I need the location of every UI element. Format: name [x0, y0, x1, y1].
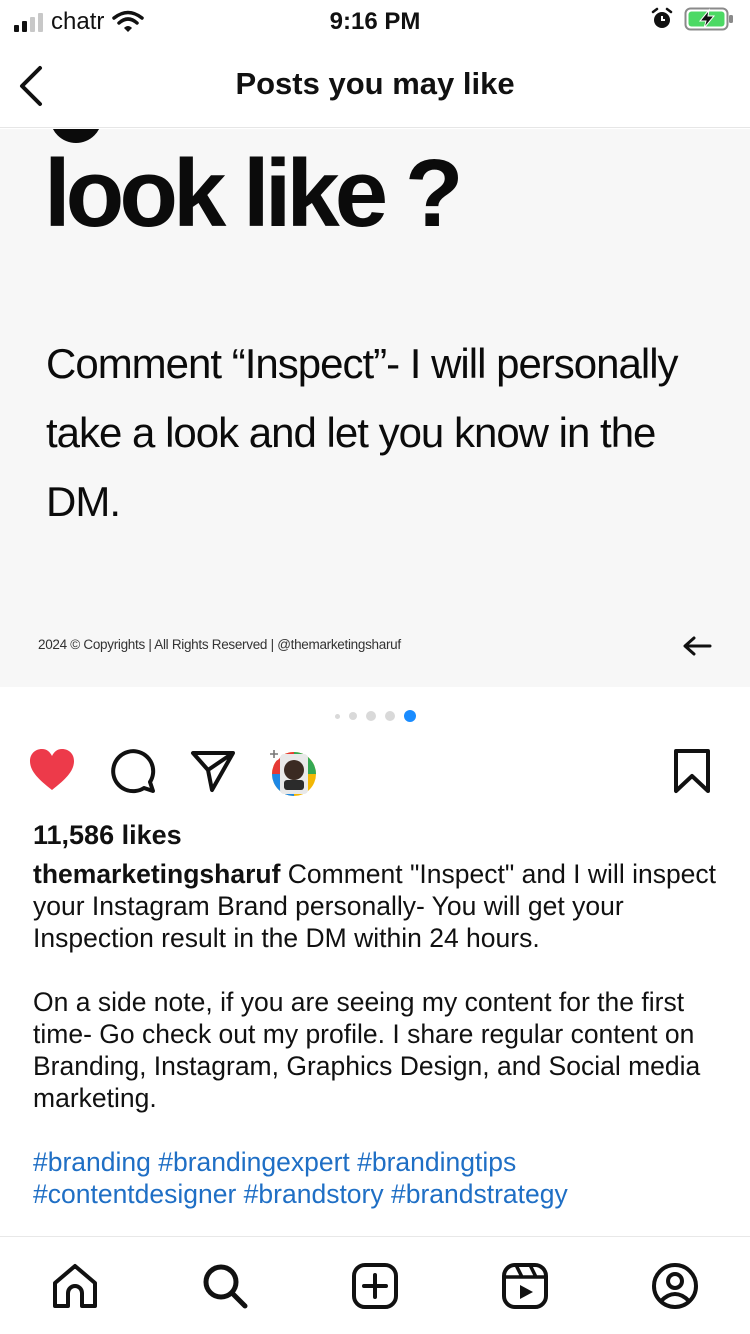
- create-icon[interactable]: [350, 1261, 400, 1311]
- carousel-dot: [334, 713, 340, 719]
- caption-username[interactable]: themarketingsharuf: [33, 859, 280, 889]
- header: Posts you may like: [0, 44, 750, 128]
- battery-charging-icon: [684, 7, 733, 31]
- home-icon[interactable]: [50, 1261, 100, 1311]
- carousel-indicator: [0, 710, 750, 722]
- status-time: 9:16 PM: [329, 8, 421, 35]
- alarm-icon: [651, 7, 673, 28]
- bottom-nav: [0, 1236, 750, 1334]
- carousel-dot-active: [403, 710, 416, 722]
- caption-paragraph: themarketingsharuf Comment "Inspect" and…: [33, 858, 723, 954]
- share-icon[interactable]: [190, 748, 236, 794]
- arrow-left-icon: [683, 636, 712, 656]
- status-right: [650, 6, 736, 32]
- hashtag-line[interactable]: #contentdesigner #brandstory #brandstrat…: [33, 1178, 723, 1210]
- search-icon[interactable]: [200, 1261, 250, 1311]
- likes-count[interactable]: 11,586 likes: [33, 820, 182, 851]
- comment-icon[interactable]: [110, 748, 156, 794]
- status-bar: chatr 9:16 PM: [0, 0, 750, 44]
- bookmark-icon[interactable]: [672, 748, 712, 794]
- shared-user-avatar[interactable]: [266, 746, 318, 798]
- carousel-dot: [384, 711, 395, 721]
- carousel-dot: [365, 711, 376, 721]
- image-headline: look like ?: [44, 140, 463, 247]
- image-body-text: Comment “Inspect”- I will personally tak…: [46, 340, 679, 525]
- hashtag-line[interactable]: #branding #brandingexpert #brandingtips: [33, 1146, 723, 1178]
- heart-icon[interactable]: [28, 748, 76, 792]
- carousel-dot: [348, 712, 357, 720]
- caption-paragraph-2: On a side note, if you are seeing my con…: [33, 987, 701, 1113]
- reels-icon[interactable]: [500, 1261, 550, 1311]
- page-title: Posts you may like: [235, 66, 515, 101]
- image-footer: 2024 © Copyrights | All Rights Reserved …: [38, 637, 401, 652]
- post-caption: themarketingsharuf Comment "Inspect" and…: [33, 858, 723, 1210]
- profile-icon[interactable]: [650, 1261, 700, 1311]
- post-image[interactable]: look like ? Comment “Inspect”- I will pe…: [0, 129, 750, 687]
- post-actions: [0, 742, 750, 802]
